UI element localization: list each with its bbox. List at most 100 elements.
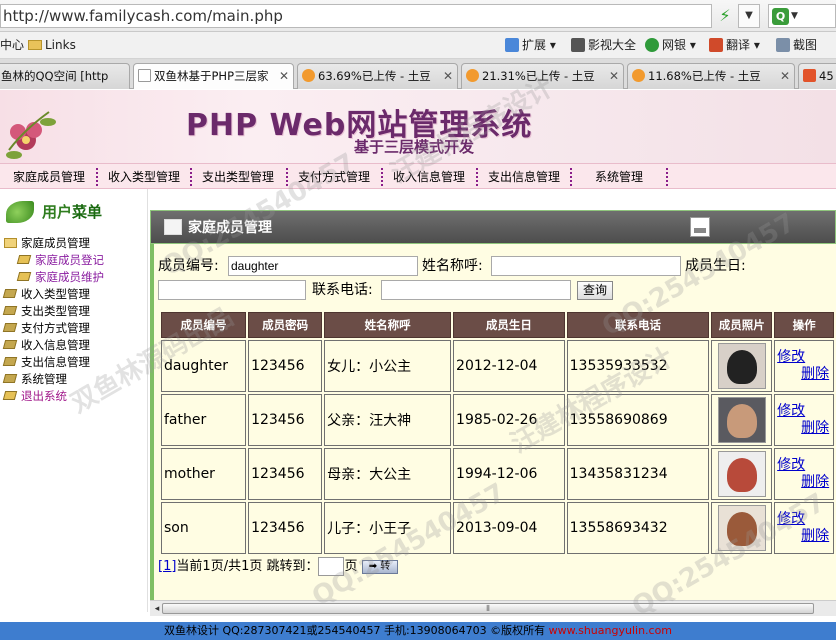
sidebar-item-income-info[interactable]: 收入信息管理	[2, 337, 148, 354]
delete-link[interactable]: 删除	[777, 366, 833, 383]
page-link[interactable]: [1]	[158, 559, 176, 574]
folder-icon	[2, 306, 18, 315]
menu-item-system[interactable]: 系统管理	[595, 164, 643, 190]
tab-qq-space[interactable]: 鱼林的QQ空间 [http	[0, 63, 130, 89]
folder-open-icon	[4, 238, 17, 248]
top-menu: 家庭成员管理 收入类型管理 支出类型管理 支付方式管理 收入信息管理 支出信息管…	[0, 163, 836, 189]
table-row: son 123456 儿子：小王子 2013-09-04 13558693432…	[161, 502, 834, 554]
sidebar-item-label: 收入类型管理	[21, 287, 90, 301]
panel-body: 成员编号: 姓名称呼: 成员生日: 联系电话: 查询 成员编号 成员密码 姓名称…	[150, 244, 836, 610]
close-icon[interactable]: ✕	[279, 64, 289, 88]
translate-icon	[709, 38, 723, 52]
sidebar-item-register-member[interactable]: 家庭成员登记	[4, 252, 148, 269]
favorite-item[interactable]: 中心	[0, 32, 24, 59]
delete-link[interactable]: 删除	[777, 474, 833, 491]
menu-separator	[570, 168, 572, 186]
menu-item-income-types[interactable]: 收入类型管理	[108, 164, 180, 190]
bank-button[interactable]: 网银 ▾	[645, 32, 696, 59]
edit-link[interactable]: 修改	[777, 511, 833, 528]
edit-link[interactable]: 修改	[777, 349, 833, 366]
footer-url[interactable]: www.shuangyulin.com	[549, 624, 672, 637]
page-jump-input[interactable]	[318, 557, 345, 576]
sidebar-item-income-types[interactable]: 收入类型管理	[2, 286, 148, 303]
edit-link[interactable]: 修改	[777, 403, 833, 420]
phone-input[interactable]	[381, 280, 571, 300]
search-engine-box[interactable]: Q ▼	[768, 4, 836, 28]
search-button[interactable]: 查询	[577, 281, 614, 300]
sidebar-item-label: 系统管理	[21, 372, 67, 386]
go-button[interactable]: ➡ 转	[361, 559, 398, 574]
tab-tudou-1[interactable]: 63.69%已上传 - 土豆 ✕	[297, 63, 458, 89]
scrollbar-thumb[interactable]: ⦀	[162, 603, 814, 614]
tab-taobao[interactable]: 45	[798, 63, 836, 89]
url-path: /main.php	[207, 7, 283, 25]
birthday-input[interactable]	[158, 280, 306, 300]
cell-photo	[711, 394, 773, 446]
tab-label: 双鱼林基于PHP三层家	[154, 69, 269, 83]
sidebar-item-expense-info[interactable]: 支出信息管理	[2, 354, 148, 371]
extensions-button[interactable]: 扩展 ▾	[505, 32, 556, 59]
sidebar-item-maintain-member[interactable]: 家庭成员维护	[4, 269, 148, 286]
address-dropdown-button[interactable]: ▼	[738, 4, 760, 28]
sidebar-item-expense-types[interactable]: 支出类型管理	[2, 303, 148, 320]
menu-separator	[476, 168, 478, 186]
screenshot-button[interactable]: 截图	[776, 32, 817, 59]
diamond-icon	[16, 272, 32, 281]
cell-actions: 修改 删除	[774, 394, 834, 446]
document-icon	[164, 219, 182, 235]
sidebar-item-system[interactable]: 系统管理	[2, 371, 148, 388]
tudou-icon	[302, 69, 315, 82]
site-banner: PHP Web网站管理系统 基于三层模式开发	[0, 90, 836, 163]
member-id-input[interactable]	[228, 256, 418, 276]
bank-label: 网银	[662, 38, 687, 52]
address-bar[interactable]: http://www.familycash.com/main.php	[0, 4, 712, 28]
favorites-bar: 中心 Links 扩展 ▾ 影视大全 网银 ▾ 翻译 ▾ 截图	[0, 32, 836, 59]
folder-icon	[2, 357, 18, 366]
members-table: 成员编号 成员密码 姓名称呼 成员生日 联系电话 成员照片 操作 daughte…	[159, 310, 836, 556]
menu-item-income-info[interactable]: 收入信息管理	[393, 164, 465, 190]
close-icon[interactable]: ✕	[443, 64, 453, 88]
menu-item-family-members[interactable]: 家庭成员管理	[13, 164, 85, 190]
favorite-links[interactable]: Links	[28, 32, 76, 59]
print-icon[interactable]	[690, 217, 710, 237]
sidebar-item-label: 家庭成员维护	[35, 270, 104, 284]
pager-text: 当前1页/共1页 跳转到：	[176, 559, 319, 574]
member-photo	[718, 505, 767, 551]
video-label: 影视大全	[588, 38, 637, 52]
name-input[interactable]	[491, 256, 681, 276]
close-icon[interactable]: ✕	[780, 64, 790, 88]
delete-link[interactable]: 删除	[777, 420, 833, 437]
delete-link[interactable]: 删除	[777, 528, 833, 545]
translate-button[interactable]: 翻译 ▾	[709, 32, 760, 59]
tab-label: 45	[819, 69, 834, 83]
sidebar-item-logout[interactable]: 退出系统	[2, 388, 148, 405]
chevron-down-icon[interactable]: ▼	[791, 7, 798, 25]
sidebar-item-label: 退出系统	[21, 389, 67, 403]
main-panel: 家庭成员管理 成员编号: 姓名称呼: 成员生日: 联系电话: 查询 成员编号 成…	[150, 210, 836, 610]
menu-item-payment-methods[interactable]: 支付方式管理	[298, 164, 370, 190]
shield-icon	[645, 38, 659, 52]
sidebar-item-payment-methods[interactable]: 支付方式管理	[2, 320, 148, 337]
sidebar-title-b: 菜单	[72, 203, 103, 221]
menu-item-expense-types[interactable]: 支出类型管理	[202, 164, 274, 190]
table-row: mother 123456 母亲：大公主 1994-12-06 13435831…	[161, 448, 834, 500]
tab-tudou-2[interactable]: 21.31%已上传 - 土豆 ✕	[461, 63, 624, 89]
speed-mode-icon[interactable]: ⚡	[718, 6, 732, 26]
tudou-icon	[466, 69, 479, 82]
sidebar-item-family-members[interactable]: 家庭成员管理	[4, 235, 148, 252]
close-icon[interactable]: ✕	[609, 64, 619, 88]
birthday-label: 成员生日:	[685, 258, 746, 274]
sidebar-title: 用户菜单	[42, 201, 102, 222]
edit-link[interactable]: 修改	[777, 457, 833, 474]
horizontal-scrollbar[interactable]: ◂ ⦀	[150, 600, 836, 616]
tab-label: 鱼林的QQ空间 [http	[1, 69, 109, 83]
tab-tudou-3[interactable]: 11.68%已上传 - 土豆 ✕	[627, 63, 795, 89]
tab-current[interactable]: 双鱼林基于PHP三层家 ✕	[133, 63, 294, 89]
cell-actions: 修改 删除	[774, 448, 834, 500]
menu-item-expense-info[interactable]: 支出信息管理	[488, 164, 560, 190]
search-engine-icon[interactable]: Q	[772, 8, 789, 25]
cell-phone: 13535933532	[566, 340, 710, 392]
page-icon	[138, 69, 151, 82]
cell-phone: 13558690869	[566, 394, 710, 446]
video-button[interactable]: 影视大全	[571, 32, 636, 59]
